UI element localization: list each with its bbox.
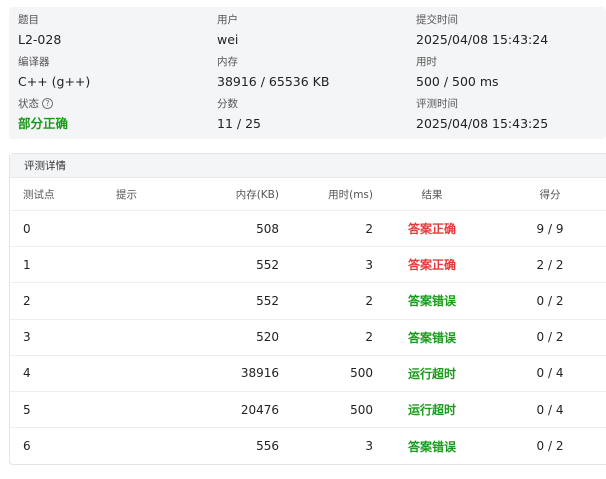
- score-value: 11 / 25: [217, 116, 261, 131]
- table-row: 4 38916 500 运行超时 0 / 4: [10, 356, 606, 392]
- submit-time-label: 提交时间: [416, 14, 458, 26]
- time-field: 用时 500 / 500 ms: [416, 55, 499, 90]
- table-row: 5 20476 500 运行超时 0 / 4: [10, 392, 606, 429]
- score-field: 分数 11 / 25: [217, 97, 261, 132]
- test-case-result: 答案正确: [407, 222, 456, 237]
- test-case-score: 2 / 2: [536, 257, 564, 272]
- test-case-score: 0 / 2: [536, 439, 564, 454]
- test-case-time: 2: [365, 330, 373, 345]
- status-label: 状态: [18, 98, 39, 110]
- header-time: 用时(ms): [328, 189, 373, 201]
- test-case-memory: 38916: [240, 366, 279, 381]
- judge-details-panel: 评测详情 测试点 提示 内存(KB) 用时(ms) 结果 得分 0 508 2 答案正…: [9, 153, 606, 465]
- time-label: 用时: [416, 56, 437, 68]
- submit-time-field: 提交时间 2025/04/08 15:43:24: [416, 13, 548, 48]
- test-case-memory: 556: [256, 439, 279, 454]
- memory-label: 内存: [217, 56, 238, 68]
- table-row: 0 508 2 答案正确 9 / 9: [10, 211, 606, 248]
- status-label-row: 状态?: [18, 97, 68, 111]
- test-case-number: 0: [23, 221, 31, 236]
- header-case: 测试点: [23, 189, 55, 201]
- user-field: 用户 wei: [217, 13, 238, 48]
- judge-time-label: 评测时间: [416, 98, 458, 110]
- details-title: 评测详情: [10, 154, 606, 178]
- test-case-memory: 520: [256, 330, 279, 345]
- test-case-memory: 552: [256, 257, 279, 272]
- judge-time-value: 2025/04/08 15:43:25: [416, 116, 549, 131]
- table-row: 2 552 2 答案错误 0 / 2: [10, 283, 606, 320]
- test-case-time: 2: [365, 293, 373, 308]
- submit-time-value: 2025/04/08 15:43:24: [416, 32, 549, 47]
- test-case-time: 3: [365, 257, 373, 272]
- test-case-time: 3: [365, 439, 373, 454]
- test-case-number: 6: [23, 439, 31, 454]
- user-label: 用户: [217, 14, 238, 26]
- status-value: 部分正确: [18, 116, 69, 131]
- test-case-score: 9 / 9: [536, 221, 564, 236]
- help-icon[interactable]: ?: [42, 98, 53, 109]
- test-case-result: 答案错误: [407, 439, 456, 454]
- memory-value: 38916 / 65536 KB: [217, 74, 330, 89]
- test-case-time: 500: [350, 366, 373, 381]
- test-case-score: 0 / 2: [536, 293, 564, 308]
- header-hint: 提示: [116, 189, 137, 201]
- test-case-result: 答案错误: [407, 294, 456, 309]
- header-result: 结果: [421, 189, 443, 201]
- test-case-number: 1: [23, 257, 31, 272]
- test-case-time: 500: [350, 402, 373, 417]
- test-case-time: 2: [365, 221, 373, 236]
- compiler-value: C++ (g++): [18, 74, 91, 89]
- table-row: 3 520 2 答案错误 0 / 2: [10, 320, 606, 356]
- test-case-score: 0 / 4: [536, 402, 564, 417]
- test-case-score: 0 / 2: [536, 330, 564, 345]
- problem-value[interactable]: L2-028: [18, 32, 61, 48]
- test-case-memory: 508: [256, 221, 279, 236]
- header-score: 得分: [539, 189, 561, 201]
- judge-time-field: 评测时间 2025/04/08 15:43:25: [416, 97, 548, 132]
- test-case-memory: 20476: [240, 402, 279, 417]
- test-case-number: 2: [23, 293, 31, 308]
- compiler-label: 编译器: [18, 56, 50, 68]
- test-case-number: 4: [23, 366, 31, 381]
- time-value: 500 / 500 ms: [416, 74, 499, 89]
- table-header: 测试点 提示 内存(KB) 用时(ms) 结果 得分: [10, 179, 606, 211]
- test-case-score: 0 / 4: [536, 366, 564, 381]
- problem-field: 题目 L2-028: [18, 13, 61, 48]
- problem-label: 题目: [18, 14, 39, 26]
- compiler-field: 编译器 C++ (g++): [18, 55, 90, 90]
- header-memory: 内存(KB): [235, 189, 279, 201]
- test-case-memory: 552: [256, 293, 279, 308]
- test-case-result: 运行超时: [407, 366, 456, 381]
- test-case-number: 5: [23, 402, 31, 417]
- table-row: 1 552 3 答案正确 2 / 2: [10, 247, 606, 284]
- submission-summary: 题目 L2-028 用户 wei 提交时间 2025/04/08 15:43:2…: [9, 7, 606, 139]
- table-row: 6 556 3 答案错误 0 / 2: [10, 428, 606, 464]
- user-value[interactable]: wei: [217, 32, 238, 48]
- memory-field: 内存 38916 / 65536 KB: [217, 55, 329, 90]
- test-case-result: 答案正确: [407, 258, 456, 273]
- test-case-result: 运行超时: [407, 403, 456, 418]
- status-field: 状态? 部分正确: [18, 97, 68, 132]
- score-label: 分数: [217, 98, 238, 110]
- test-case-result: 答案错误: [407, 330, 456, 345]
- test-case-number: 3: [23, 330, 31, 345]
